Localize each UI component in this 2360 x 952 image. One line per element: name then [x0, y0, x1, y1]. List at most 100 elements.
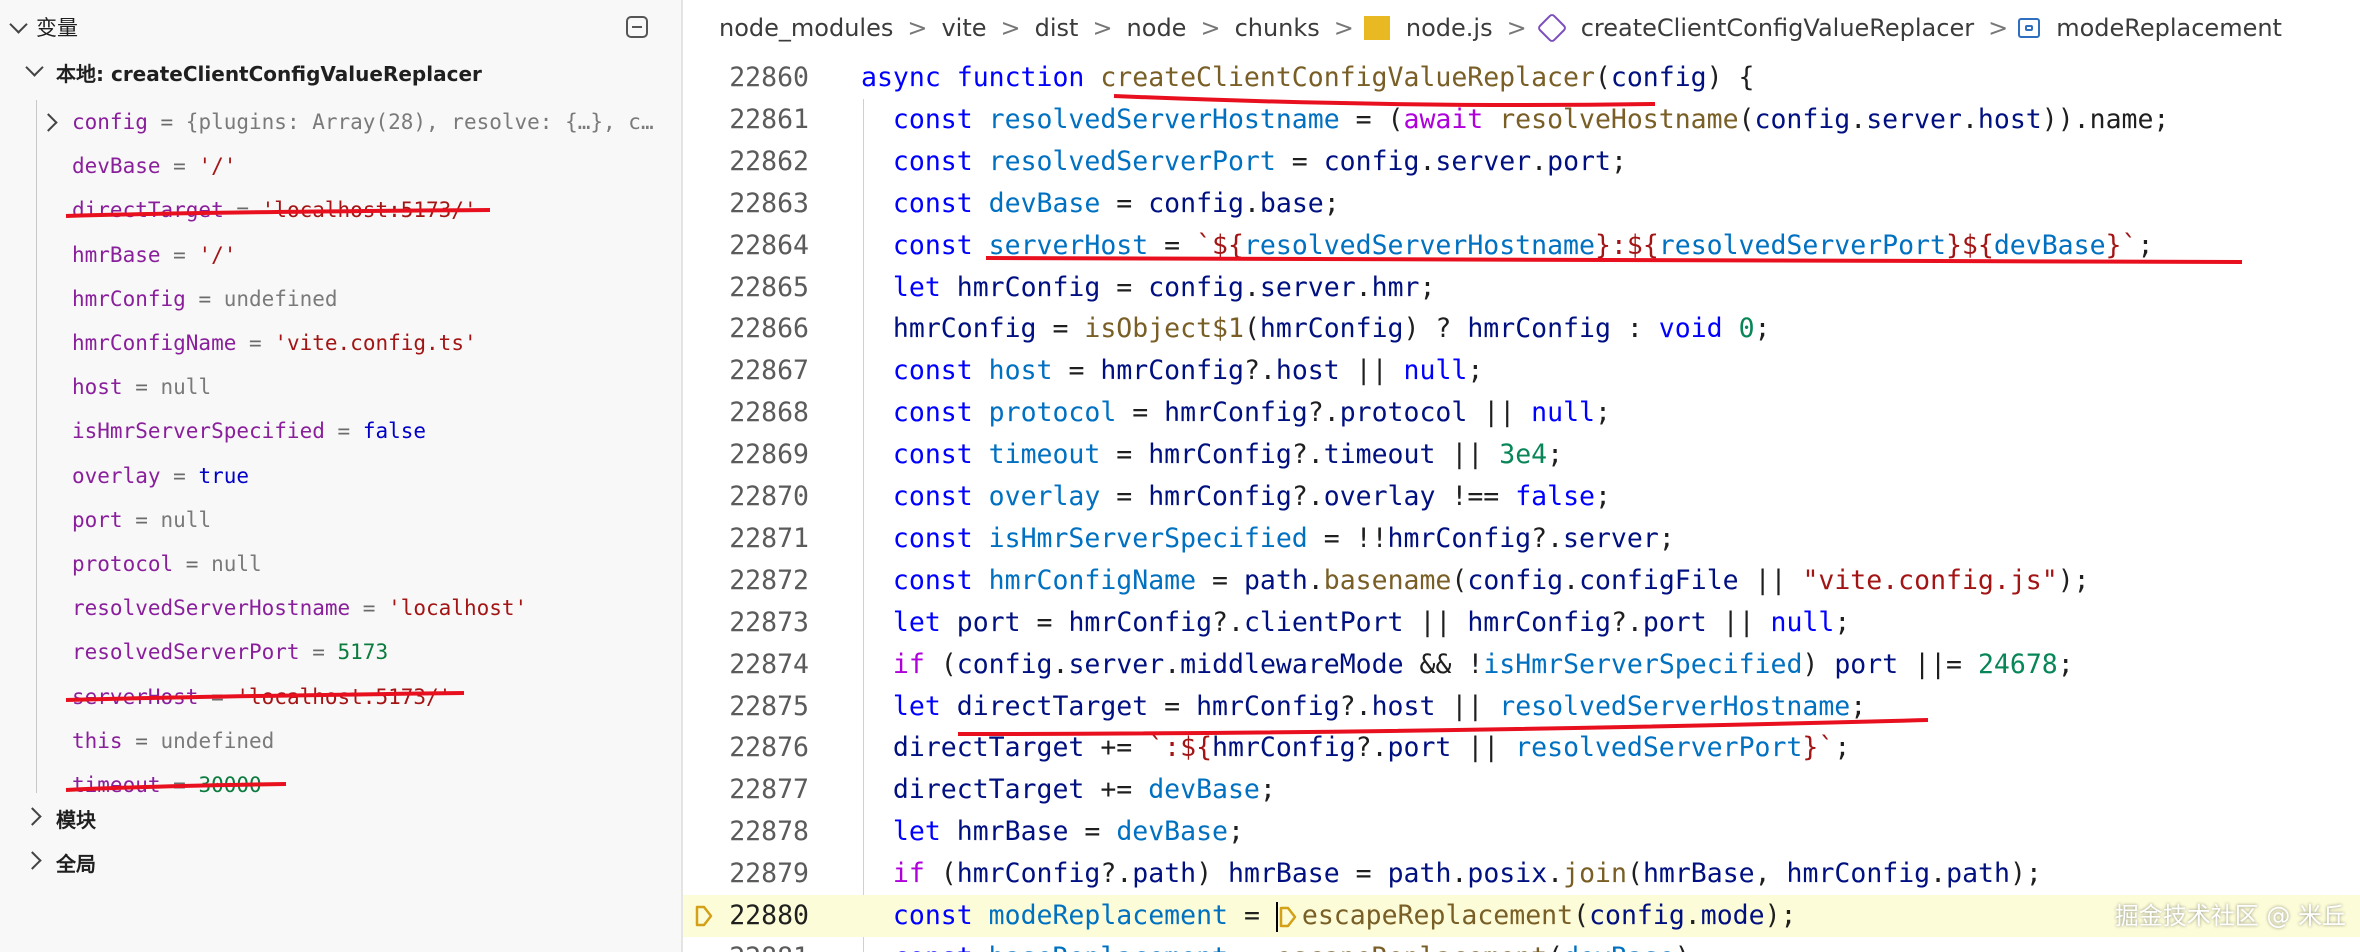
code-line[interactable]: 22879 if (hmrConfig?.path) hmrBase = pat… — [683, 853, 2360, 895]
code-token: createClientConfigValueReplacer — [1100, 62, 1595, 93]
code-line[interactable]: 22877 directTarget += devBase; — [683, 769, 2360, 811]
code-token: if — [892, 648, 941, 680]
variable-equals: = — [147, 110, 186, 134]
code-text: directTarget += devBase; — [861, 769, 1276, 811]
current-code-line[interactable]: 22880 const modeReplacement = escapeRepl… — [683, 895, 2360, 937]
collapse-all-icon[interactable] — [626, 16, 648, 38]
code-line[interactable]: 22873 let port = hmrConfig?.clientPort |… — [683, 602, 2360, 644]
scope-modules[interactable]: 模块 — [0, 794, 681, 838]
code-line[interactable]: 22871 const isHmrServerSpecified = !!hmr… — [683, 518, 2360, 560]
scope-global[interactable]: 全局 — [0, 838, 681, 882]
code-line[interactable]: 22872 const hmrConfigName = path.basenam… — [683, 560, 2360, 602]
code-token: isObject$1 — [1084, 313, 1244, 345]
variable-entry: protocol = null — [72, 542, 262, 586]
code-line[interactable]: 22870 const overlay = hmrConfig?.overlay… — [683, 476, 2360, 518]
variable-row[interactable]: this = undefined — [0, 719, 681, 763]
code-line[interactable]: 22876 directTarget += `:${hmrConfig?.por… — [683, 727, 2360, 769]
code-line[interactable]: 22881 const baseReplacement = escapeRepl… — [683, 937, 2360, 952]
code-line[interactable]: 22868 const protocol = hmrConfig?.protoc… — [683, 392, 2360, 434]
code-line[interactable]: 22861 const resolvedServerHostname = (aw… — [683, 99, 2360, 141]
variable-row[interactable]: config = {plugins: Array(28), resolve: {… — [0, 100, 681, 144]
variable-row[interactable]: host = null — [0, 365, 681, 409]
code-token: . — [1684, 900, 1701, 931]
code-token: || — [1339, 355, 1404, 387]
variable-row[interactable]: isHmrServerSpecified = false — [0, 409, 681, 453]
line-number: 22869 — [729, 439, 809, 471]
chevron-down-icon[interactable] — [25, 58, 44, 77]
code-token: = — [1100, 481, 1149, 512]
variable-row[interactable]: hmrConfig = undefined — [0, 277, 681, 321]
code-token: port — [1547, 145, 1611, 177]
code-line[interactable]: 22864 const serverHost = `${resolvedServ… — [683, 225, 2360, 267]
breadcrumb-item[interactable]: node.js — [1406, 14, 1493, 42]
code-text: const protocol = hmrConfig?.protocol || … — [861, 392, 1611, 434]
code-line[interactable]: 22867 const host = hmrConfig?.host || nu… — [683, 350, 2360, 392]
code-token: const — [892, 439, 989, 471]
variable-row[interactable]: directTarget = 'localhost:5173/' — [0, 188, 681, 232]
code-text: let hmrConfig = config.server.hmr; — [861, 267, 1436, 309]
variable-value: '/' — [198, 154, 237, 179]
code-line[interactable]: 22862 const resolvedServerPort = config.… — [683, 141, 2360, 183]
breadcrumb-item[interactable]: vite — [941, 14, 986, 42]
code-token: || — [1435, 690, 1500, 722]
variable-equals: = — [185, 286, 224, 311]
code-token: 0 — [1738, 313, 1755, 345]
chevron-right-icon[interactable] — [23, 851, 42, 870]
variable-entry: serverHost = 'localhost:5173/' — [72, 675, 451, 719]
code-token: hmrBase — [1642, 858, 1755, 890]
variable-row[interactable]: overlay = true — [0, 454, 681, 498]
chevron-right-icon[interactable] — [23, 807, 42, 826]
code-token: config — [1754, 103, 1851, 135]
variable-row[interactable]: serverHost = 'localhost:5173/' — [0, 675, 681, 719]
variable-row[interactable]: protocol = null — [0, 542, 681, 586]
code-editor[interactable]: node_modules > vite > dist > node > chunks > node.… — [683, 0, 2360, 952]
code-token: }` — [1802, 732, 1835, 764]
chevron-right-icon[interactable] — [39, 113, 58, 132]
scope-local[interactable]: 本地: createClientConfigValueReplacer — [0, 48, 681, 92]
breadcrumb-item[interactable]: node_modules — [719, 14, 893, 42]
variable-row[interactable]: port = null — [0, 498, 681, 542]
breadcrumb-item[interactable]: createClientConfigValueReplacer — [1581, 14, 1974, 42]
code-token: path — [1132, 858, 1197, 890]
variable-row[interactable]: resolvedServerHostname = 'localhost' — [0, 586, 681, 630]
variable-value: true — [198, 463, 250, 488]
code-token: ; — [1467, 355, 1484, 387]
code-token: null — [1531, 397, 1595, 429]
code-token: devBase — [1148, 774, 1260, 806]
variable-row[interactable]: resolvedServerPort = 5173 — [0, 630, 681, 674]
code-line[interactable]: 22863 const devBase = config.base; — [683, 183, 2360, 225]
code-token: let — [892, 606, 957, 638]
code-line[interactable]: 22866 hmrConfig = isObject$1(hmrConfig) … — [683, 308, 2360, 350]
code-line[interactable]: 22875 let directTarget = hmrConfig?.host… — [683, 686, 2360, 728]
code-token: const — [892, 145, 989, 177]
code-text: const timeout = hmrConfig?.timeout || 3e… — [861, 434, 1563, 476]
variable-entry: config = {plugins: Array(28), resolve: {… — [72, 100, 654, 144]
code-token: . — [1547, 858, 1564, 890]
code-line[interactable]: 22874 if (config.server.middlewareMode &… — [683, 644, 2360, 686]
variable-equals: = — [122, 728, 161, 753]
variable-name: hmrConfigName — [72, 331, 237, 355]
code-token: server — [1435, 145, 1532, 177]
code-line[interactable]: 22869 const timeout = hmrConfig?.timeout… — [683, 434, 2360, 476]
code-token: ?. — [1212, 606, 1244, 638]
code-line[interactable]: 22860 async function createClientConfigVa… — [683, 57, 2360, 99]
chevron-down-icon[interactable] — [9, 15, 28, 34]
line-number: 22863 — [729, 187, 809, 219]
breadcrumb-item[interactable]: modeReplacement — [2056, 14, 2282, 42]
variable-equals: = — [122, 375, 161, 400]
variable-row[interactable]: hmrBase = '/' — [0, 233, 681, 277]
code-token: `:${ — [1148, 732, 1213, 764]
breadcrumb-item[interactable]: dist — [1035, 14, 1079, 42]
variable-row[interactable]: devBase = '/' — [0, 144, 681, 188]
inline-breakpoint-icon[interactable] — [1278, 906, 1298, 928]
breadcrumb-item[interactable]: chunks — [1235, 14, 1320, 42]
code-token: host — [1371, 690, 1436, 722]
code-token: ( — [1451, 564, 1468, 596]
code-line[interactable]: 22865 let hmrConfig = config.server.hmr; — [683, 267, 2360, 309]
variable-row[interactable]: hmrConfigName = 'vite.config.ts' — [0, 321, 681, 365]
code-line[interactable]: 22878 let hmrBase = devBase; — [683, 811, 2360, 853]
code-token: baseReplacement — [989, 942, 1228, 952]
breadcrumb-item[interactable]: node — [1127, 14, 1187, 42]
